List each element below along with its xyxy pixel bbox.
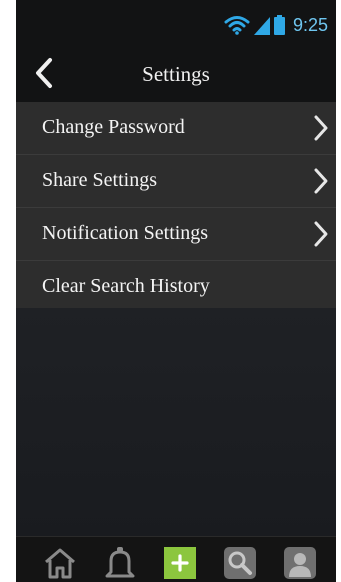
settings-item-clear-search-history[interactable]: Clear Search History: [16, 261, 336, 313]
chevron-right-icon: [314, 168, 328, 194]
battery-icon: [273, 15, 285, 35]
settings-item-label: Notification Settings: [42, 222, 209, 244]
settings-item-label: Change Password: [42, 116, 185, 138]
profile-icon[interactable]: [282, 545, 318, 581]
settings-item-share-settings[interactable]: Share Settings: [16, 155, 336, 208]
plus-icon[interactable]: [162, 545, 198, 581]
signal-icon: [253, 17, 270, 35]
chevron-right-icon: [314, 115, 328, 141]
settings-list: Change Password Share Settings Notificat…: [16, 102, 336, 308]
search-icon[interactable]: [222, 545, 258, 581]
bell-icon[interactable]: [102, 545, 138, 581]
status-time: 9:25: [292, 15, 328, 35]
empty-content-area: [16, 308, 336, 536]
settings-item-change-password[interactable]: Change Password: [16, 102, 336, 155]
status-icons: 9:25: [224, 14, 328, 36]
status-bar: 9:25: [16, 0, 336, 46]
phone-screen: 9:25 Settings Change Password Share Sett…: [16, 0, 336, 582]
settings-item-notification-settings[interactable]: Notification Settings: [16, 208, 336, 261]
home-icon[interactable]: [42, 545, 78, 581]
tab-bar: [16, 536, 336, 582]
settings-item-label: Clear Search History: [42, 275, 210, 297]
settings-item-label: Share Settings: [42, 169, 157, 191]
header: Settings: [16, 46, 336, 102]
wifi-icon: [224, 16, 250, 35]
page-title: Settings: [142, 62, 210, 86]
chevron-right-icon: [314, 221, 328, 247]
